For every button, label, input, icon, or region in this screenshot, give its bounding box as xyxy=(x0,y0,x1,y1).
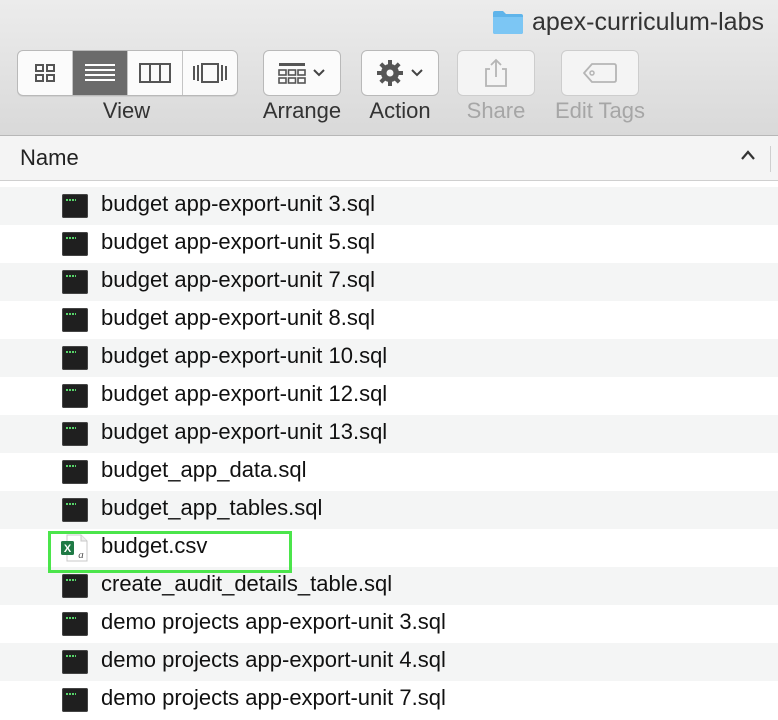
view-label: View xyxy=(102,98,151,123)
window-title-text: apex-curriculum-labs xyxy=(531,7,764,36)
sql-file-icon xyxy=(62,498,88,522)
window-title: apex-curriculum-labs xyxy=(492,6,764,38)
grid-icon xyxy=(35,64,55,82)
chevron-down-icon xyxy=(411,69,423,77)
column-divider xyxy=(770,146,771,172)
share-label: Share xyxy=(466,98,526,123)
file-row[interactable]: budget app-export-unit 7.sql xyxy=(0,263,778,301)
file-row[interactable]: budget app-export-unit 5.sql xyxy=(0,225,778,263)
arrange-button[interactable] xyxy=(263,50,341,96)
file-row[interactable]: budget app-export-unit 8.sql xyxy=(0,301,778,339)
list-view-button[interactable] xyxy=(73,51,128,95)
file-row[interactable]: budget app-export-unit 13.sql xyxy=(0,415,778,453)
file-row[interactable]: budget_app_tables.sql xyxy=(0,491,778,529)
sql-file-icon xyxy=(62,384,88,408)
action-label: Action xyxy=(369,98,431,123)
name-column-header[interactable]: Name xyxy=(0,136,778,181)
sql-file-icon xyxy=(62,688,88,712)
file-row[interactable]: budget app-export-unit 10.sql xyxy=(0,339,778,377)
cover-flow-icon xyxy=(193,63,227,83)
tag-icon xyxy=(583,63,617,83)
share-icon xyxy=(485,58,507,87)
file-row[interactable]: demo projects app-export-unit 7.sql xyxy=(0,681,778,719)
cover-flow-view-button[interactable] xyxy=(183,51,237,95)
file-name: budget app-export-unit 13.sql xyxy=(101,419,388,444)
gear-icon xyxy=(377,60,403,86)
icon-view-button[interactable] xyxy=(18,51,73,95)
file-name: create_audit_details_table.sql xyxy=(101,571,393,596)
file-name: demo projects app-export-unit 3.sql xyxy=(101,609,446,634)
action-button[interactable] xyxy=(361,50,439,96)
file-name: demo projects app-export-unit 7.sql xyxy=(101,685,446,710)
file-row[interactable]: budget_app_data.sql xyxy=(0,453,778,491)
share-button[interactable] xyxy=(457,50,535,96)
highlight-box xyxy=(48,531,292,573)
sql-file-icon xyxy=(62,270,88,294)
sql-file-icon xyxy=(62,422,88,446)
file-name: budget_app_tables.sql xyxy=(101,495,323,520)
file-row[interactable]: demo projects app-export-unit 4.sql xyxy=(0,643,778,681)
list-icon xyxy=(85,64,115,81)
finder-toolbar: apex-curriculum-labs View Arrange Action… xyxy=(0,0,778,136)
sql-file-icon xyxy=(62,612,88,636)
sort-ascending-icon xyxy=(740,148,756,166)
file-name: budget app-export-unit 3.sql xyxy=(101,191,375,216)
arrange-label: Arrange xyxy=(262,98,342,123)
edit-tags-button[interactable] xyxy=(561,50,639,96)
column-view-button[interactable] xyxy=(128,51,183,95)
sql-file-icon xyxy=(62,232,88,256)
file-list: budget app-export-unit 3.sql budget app-e… xyxy=(0,187,778,719)
sql-file-icon xyxy=(62,346,88,370)
file-name: budget app-export-unit 12.sql xyxy=(101,381,388,406)
sql-file-icon xyxy=(62,194,88,218)
folder-icon xyxy=(492,9,524,35)
sql-file-icon xyxy=(62,460,88,484)
view-segmented-control xyxy=(17,50,238,96)
edit-tags-label: Edit Tags xyxy=(554,98,646,123)
file-row[interactable]: budget app-export-unit 3.sql xyxy=(0,187,778,225)
columns-icon xyxy=(139,63,171,83)
name-column-label: Name xyxy=(20,145,79,170)
chevron-down-icon xyxy=(313,69,325,77)
sql-file-icon xyxy=(62,574,88,598)
file-name: budget app-export-unit 8.sql xyxy=(101,305,375,330)
file-name: budget_app_data.sql xyxy=(101,457,307,482)
file-row[interactable]: demo projects app-export-unit 3.sql xyxy=(0,605,778,643)
sql-file-icon xyxy=(62,308,88,332)
file-name: budget app-export-unit 7.sql xyxy=(101,267,375,292)
file-name: budget app-export-unit 5.sql xyxy=(101,229,375,254)
file-name: budget app-export-unit 10.sql xyxy=(101,343,388,368)
sql-file-icon xyxy=(62,650,88,674)
file-row[interactable]: budget app-export-unit 12.sql xyxy=(0,377,778,415)
file-name: demo projects app-export-unit 4.sql xyxy=(101,647,446,672)
arrange-icon xyxy=(278,63,306,84)
